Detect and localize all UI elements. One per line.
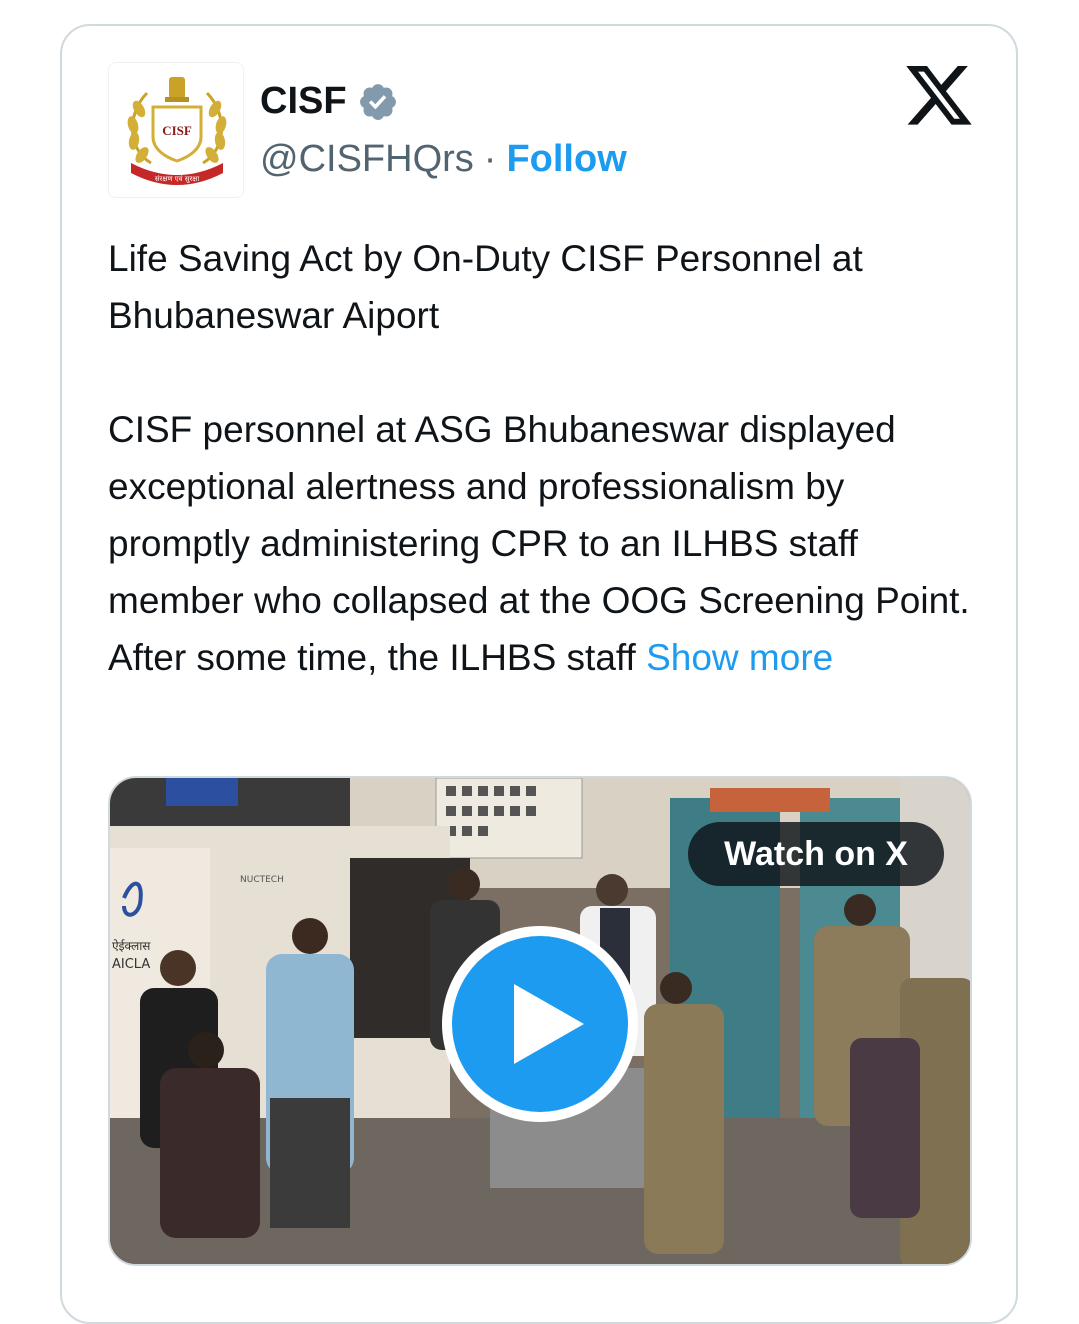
avatar-label: CISF (162, 123, 192, 138)
watch-on-x-button[interactable]: Watch on X (688, 822, 944, 886)
author-handle[interactable]: @CISFHQrs (260, 138, 474, 181)
play-icon[interactable] (440, 924, 640, 1124)
tweet-card[interactable]: CISF संरक्षण एवं सुरक्षा CISF @CISFHQrs … (60, 24, 1018, 1324)
show-more-link[interactable]: Show more (646, 637, 833, 678)
verified-badge-icon (359, 83, 396, 120)
scanner-brand: NUCTECH (240, 875, 284, 885)
author-name-row: CISF (260, 80, 399, 123)
tweet-header: CISF संरक्षण एवं सुरक्षा CISF @CISFHQrs … (108, 62, 972, 202)
tweet-text: Life Saving Act by On-Duty CISF Personne… (108, 230, 978, 686)
avatar-motto: संरक्षण एवं सुरक्षा (155, 175, 200, 183)
separator-dot: · (483, 138, 497, 180)
follow-button[interactable]: Follow (506, 138, 626, 181)
author-name[interactable]: CISF (260, 80, 347, 123)
avatar[interactable]: CISF संरक्षण एवं सुरक्षा (108, 62, 244, 198)
x-logo-icon[interactable] (906, 66, 972, 126)
tweet-title: Life Saving Act by On-Duty CISF Personne… (108, 238, 863, 336)
signage-hindi: ऐईक्लास (112, 939, 151, 953)
signage-brand: AICLA (112, 957, 150, 972)
video-thumbnail[interactable]: NUCTECH ऐईक्लास AICLA Watch on X (108, 776, 972, 1266)
tweet-body: CISF personnel at ASG Bhubaneswar displa… (108, 409, 970, 678)
author-handle-row: @CISFHQrs · Follow (260, 138, 627, 181)
